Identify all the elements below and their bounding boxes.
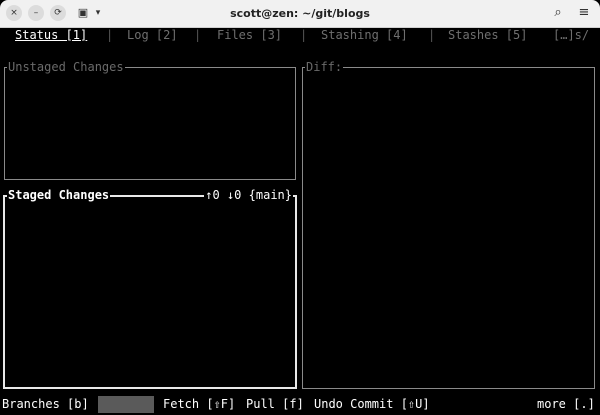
tab-separator: | <box>106 28 114 42</box>
tab-stashing[interactable]: Stashing [4] <box>321 27 408 44</box>
fetch-button[interactable]: Fetch [⇧F] <box>161 396 237 413</box>
pane-title: Diff: <box>305 59 344 75</box>
tab-separator: | <box>194 28 202 42</box>
tab-bar: Status [1] | Log [2] | Files [3] | Stash… <box>0 27 600 44</box>
pane-title: Unstaged Changes <box>7 59 125 75</box>
window-title: scott@zen: ~/git/blogs <box>230 7 370 20</box>
tab-stashes[interactable]: Stashes [5] <box>448 27 527 44</box>
search-icon[interactable]: ⌕ <box>550 4 566 22</box>
tab-status[interactable]: Status [1] <box>15 27 87 44</box>
undo-commit-button[interactable]: Undo Commit [⇧U] <box>312 396 432 413</box>
status-bar: Branches [b] Fetch [⇧F] Pull [f] Undo Co… <box>0 396 600 415</box>
diff-pane[interactable]: Diff: <box>302 59 595 389</box>
tab-separator: | <box>428 28 436 42</box>
statusbar-highlight <box>98 396 154 413</box>
unstaged-changes-pane[interactable]: Unstaged Changes <box>4 59 296 180</box>
tab-log[interactable]: Log [2] <box>127 27 178 44</box>
tab-files[interactable]: Files [3] <box>217 27 282 44</box>
more-button[interactable]: more [.] <box>535 396 597 413</box>
pane-title: Staged Changes <box>7 187 111 203</box>
hamburger-menu-icon[interactable]: ≡ <box>576 4 592 22</box>
branches-button[interactable]: Branches [b] <box>0 396 91 413</box>
tabs-overflow[interactable]: […]s/ <box>553 27 589 44</box>
terminal-window: × – ⟳ ▣ ▾ scott@zen: ~/git/blogs ⌕ ≡ Sta… <box>0 0 600 415</box>
title-bar: × – ⟳ ▣ ▾ scott@zen: ~/git/blogs ⌕ ≡ <box>0 0 600 28</box>
pull-button[interactable]: Pull [f] <box>244 396 306 413</box>
branch-name: {main} <box>248 188 292 202</box>
staged-changes-pane[interactable]: Staged Changes ↑0 ↓0 {main} <box>3 187 297 389</box>
behind-count: ↓0 <box>226 188 242 202</box>
ahead-count: ↑0 <box>205 188 220 202</box>
branch-status: ↑0 ↓0 {main} <box>204 187 293 203</box>
tab-separator: | <box>300 28 308 42</box>
